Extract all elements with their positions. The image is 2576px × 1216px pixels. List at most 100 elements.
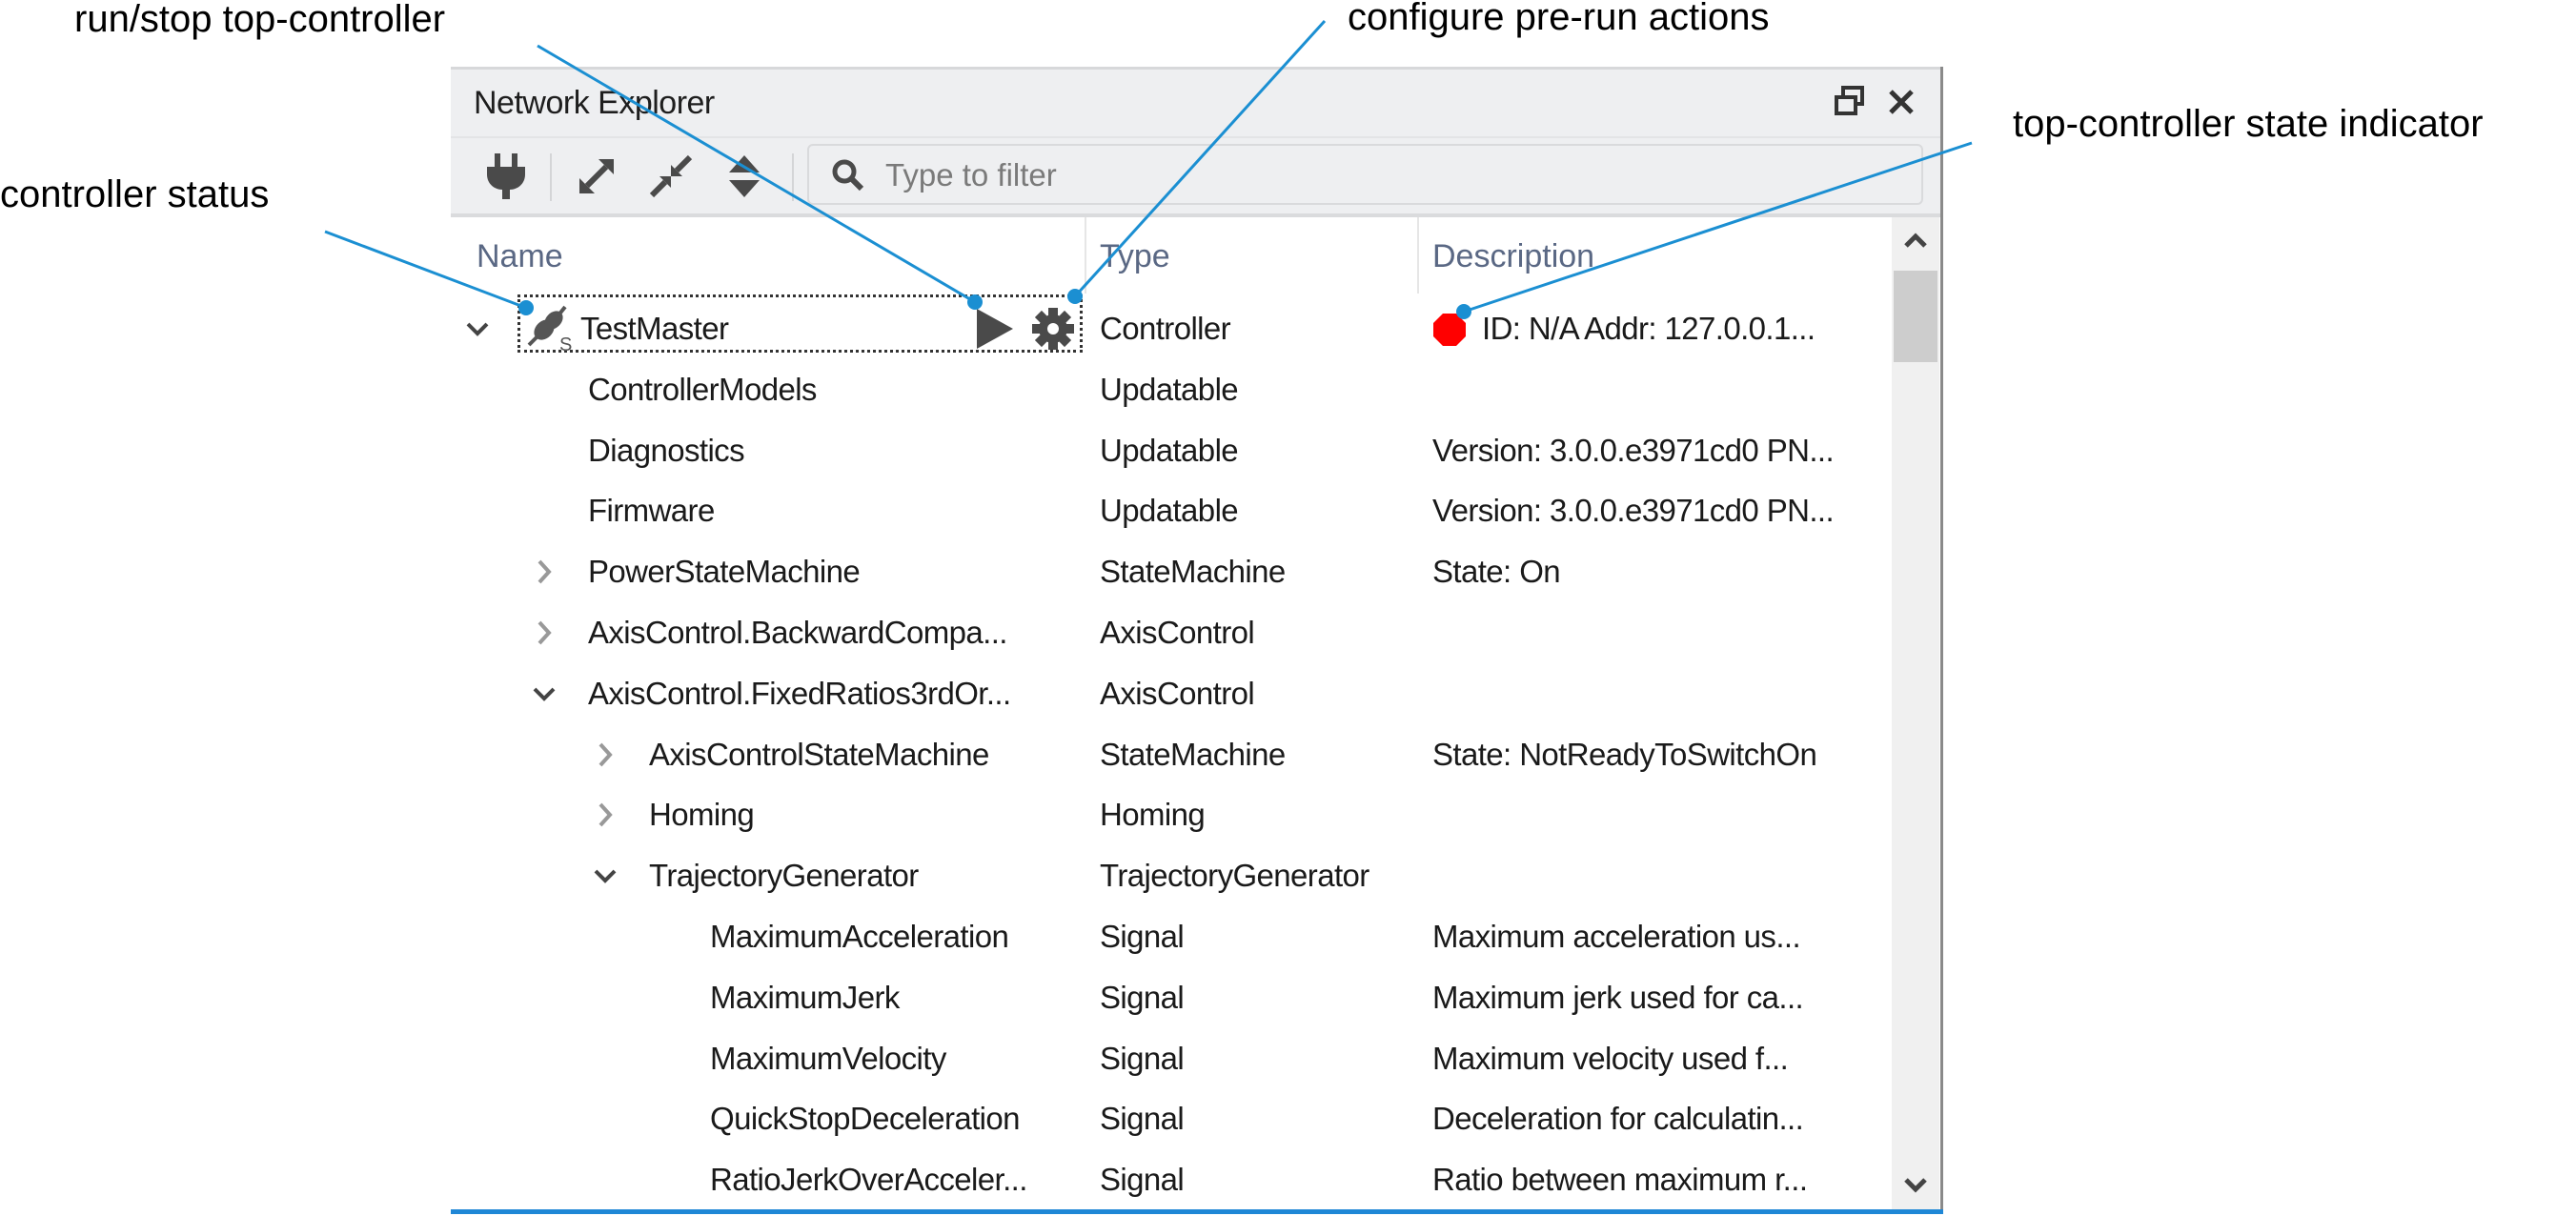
connect-button[interactable] [479, 150, 533, 203]
chevron-up-icon [1904, 233, 1927, 248]
expand-node-toggle[interactable] [531, 556, 558, 588]
cell-type: AxisControl [1100, 615, 1255, 650]
collapse-node-toggle[interactable] [531, 678, 558, 710]
toolbar-separator [550, 153, 552, 201]
tree-row[interactable]: RatioJerkOverAcceler... Signal Ratio betwe… [451, 1150, 1891, 1211]
expand-node-toggle[interactable] [592, 799, 619, 831]
chevron-right-icon [538, 620, 552, 645]
expand-all-icon [579, 159, 614, 193]
cell-name: MaximumVelocity [710, 1040, 946, 1076]
annotation-state-indicator: top-controller state indicator [2013, 103, 2484, 145]
chevron-right-icon [598, 742, 613, 766]
sort-icon [729, 155, 760, 197]
collapse-all-icon [649, 154, 693, 198]
cell-name: Diagnostics [588, 432, 745, 468]
cell-description: Maximum velocity used f... [1432, 1040, 1789, 1076]
tree-row[interactable]: AxisControl.BackwardCompa... AxisControl [451, 603, 1891, 664]
tree-row[interactable]: ControllerModels Updatable [451, 360, 1891, 421]
expand-node-toggle[interactable] [531, 617, 558, 649]
cell-name: Homing [649, 797, 755, 833]
column-header-description[interactable]: Description [1432, 238, 1594, 275]
cell-name: AxisControlStateMachine [649, 736, 989, 772]
expand-node-toggle[interactable] [592, 739, 619, 771]
tree-row[interactable]: MaximumJerk Signal Maximum jerk used for c… [451, 968, 1891, 1029]
sort-button[interactable] [718, 150, 771, 203]
plug-icon [487, 153, 525, 199]
filter-input[interactable] [883, 152, 1897, 199]
tree-row[interactable]: AxisControlStateMachine StateMachine State… [451, 725, 1891, 786]
float-window-button[interactable] [1831, 83, 1869, 121]
stop-octagon-icon [1433, 314, 1466, 346]
cell-type: Signal [1100, 1162, 1185, 1198]
panel-active-indicator [451, 1209, 1943, 1214]
cell-description: Version: 3.0.0.e3971cd0 PN... [1432, 432, 1835, 468]
cell-name: MaximumAcceleration [710, 919, 1009, 954]
collapse-all-button[interactable] [644, 150, 698, 203]
configure-pre-run-button[interactable] [1030, 305, 1076, 353]
tree-row[interactable]: MaximumVelocity Signal Maximum velocity us… [451, 1029, 1891, 1090]
scroll-down-button[interactable] [1892, 1163, 1939, 1210]
cell-description: Version: 3.0.0.e3971cd0 PN... [1432, 493, 1835, 529]
column-divider[interactable] [1085, 217, 1086, 294]
state-indicator [1432, 313, 1467, 347]
chevron-down-icon [466, 322, 489, 336]
cell-type: Updatable [1100, 493, 1239, 529]
tree-row[interactable]: Firmware Updatable Version: 3.0.0.e3971cd0… [451, 481, 1891, 542]
close-button[interactable] [1882, 83, 1920, 121]
tree-row[interactable]: MaximumAcceleration Signal Maximum acceler… [451, 907, 1891, 968]
tree-row[interactable]: AxisControl.FixedRatios3rdOr... AxisContr… [451, 664, 1891, 725]
tree-row[interactable]: PowerStateMachine StateMachine State: On [451, 542, 1891, 603]
play-icon [977, 309, 1013, 349]
cell-description: ID: N/A Addr: 127.0.0.1... [1482, 311, 1815, 346]
chevron-right-icon [538, 559, 552, 584]
cell-type: StateMachine [1100, 554, 1286, 590]
cell-name: RatioJerkOverAcceler... [710, 1162, 1027, 1198]
expand-all-button[interactable] [570, 150, 623, 203]
tree-row[interactable]: Diagnostics Updatable Version: 3.0.0.e3971… [451, 421, 1891, 482]
collapse-node-toggle[interactable] [464, 313, 491, 345]
collapse-node-toggle[interactable] [592, 860, 619, 892]
cell-description: Ratio between maximum r... [1432, 1162, 1808, 1198]
cell-name: AxisControl.BackwardCompa... [588, 615, 1007, 650]
cell-name: ControllerModels [588, 371, 817, 407]
svg-text:S: S [559, 334, 572, 353]
cell-description: State: On [1432, 554, 1561, 590]
cell-type: AxisControl [1100, 675, 1255, 711]
gear-icon [1032, 308, 1074, 350]
cell-description: Maximum jerk used for ca... [1432, 979, 1804, 1015]
tree-row[interactable]: TrajectoryGenerator TrajectoryGenerator [451, 846, 1891, 907]
cell-type: StateMachine [1100, 736, 1286, 772]
title-bar: Network Explorer [451, 67, 1940, 136]
filter-box[interactable] [807, 144, 1923, 205]
chevron-down-icon [1904, 1178, 1927, 1193]
tree-row[interactable]: QuickStopDeceleration Signal Deceleration … [451, 1089, 1891, 1150]
cell-name: Firmware [588, 493, 715, 529]
cell-description: State: NotReadyToSwitchOn [1432, 736, 1817, 772]
panel-title: Network Explorer [474, 85, 715, 121]
run-stop-button[interactable] [973, 305, 1017, 353]
cell-type: Controller [1100, 311, 1231, 346]
panel-right-border [1940, 67, 1943, 1212]
cell-type: Updatable [1100, 371, 1239, 407]
cell-name: QuickStopDeceleration [710, 1101, 1021, 1137]
scrollbar-thumb[interactable] [1894, 271, 1937, 362]
chevron-right-icon [598, 803, 613, 827]
annotation-controller-status: controller status [0, 173, 270, 215]
disconnected-plug-icon: S [527, 305, 572, 355]
cell-type: Signal [1100, 919, 1185, 954]
scroll-up-button[interactable] [1892, 217, 1939, 265]
column-header-name[interactable]: Name [477, 238, 563, 275]
toolbar [451, 136, 1940, 217]
column-header-row: Name Type Description [451, 217, 1891, 294]
tree-row[interactable]: Homing Homing [451, 785, 1891, 846]
cell-type: Signal [1100, 1040, 1185, 1076]
vertical-scrollbar[interactable] [1892, 217, 1939, 1212]
tree-row-controller[interactable]: S TestMaster Controller ID: N/A Addr: 127… [451, 294, 1891, 360]
cell-type: Signal [1100, 1101, 1185, 1137]
column-header-type[interactable]: Type [1100, 238, 1170, 275]
chevron-down-icon [533, 687, 556, 701]
annotation-run-stop: run/stop top-controller [74, 0, 446, 40]
cell-name: MaximumJerk [710, 979, 900, 1015]
column-divider[interactable] [1417, 217, 1419, 294]
search-icon [832, 159, 864, 192]
